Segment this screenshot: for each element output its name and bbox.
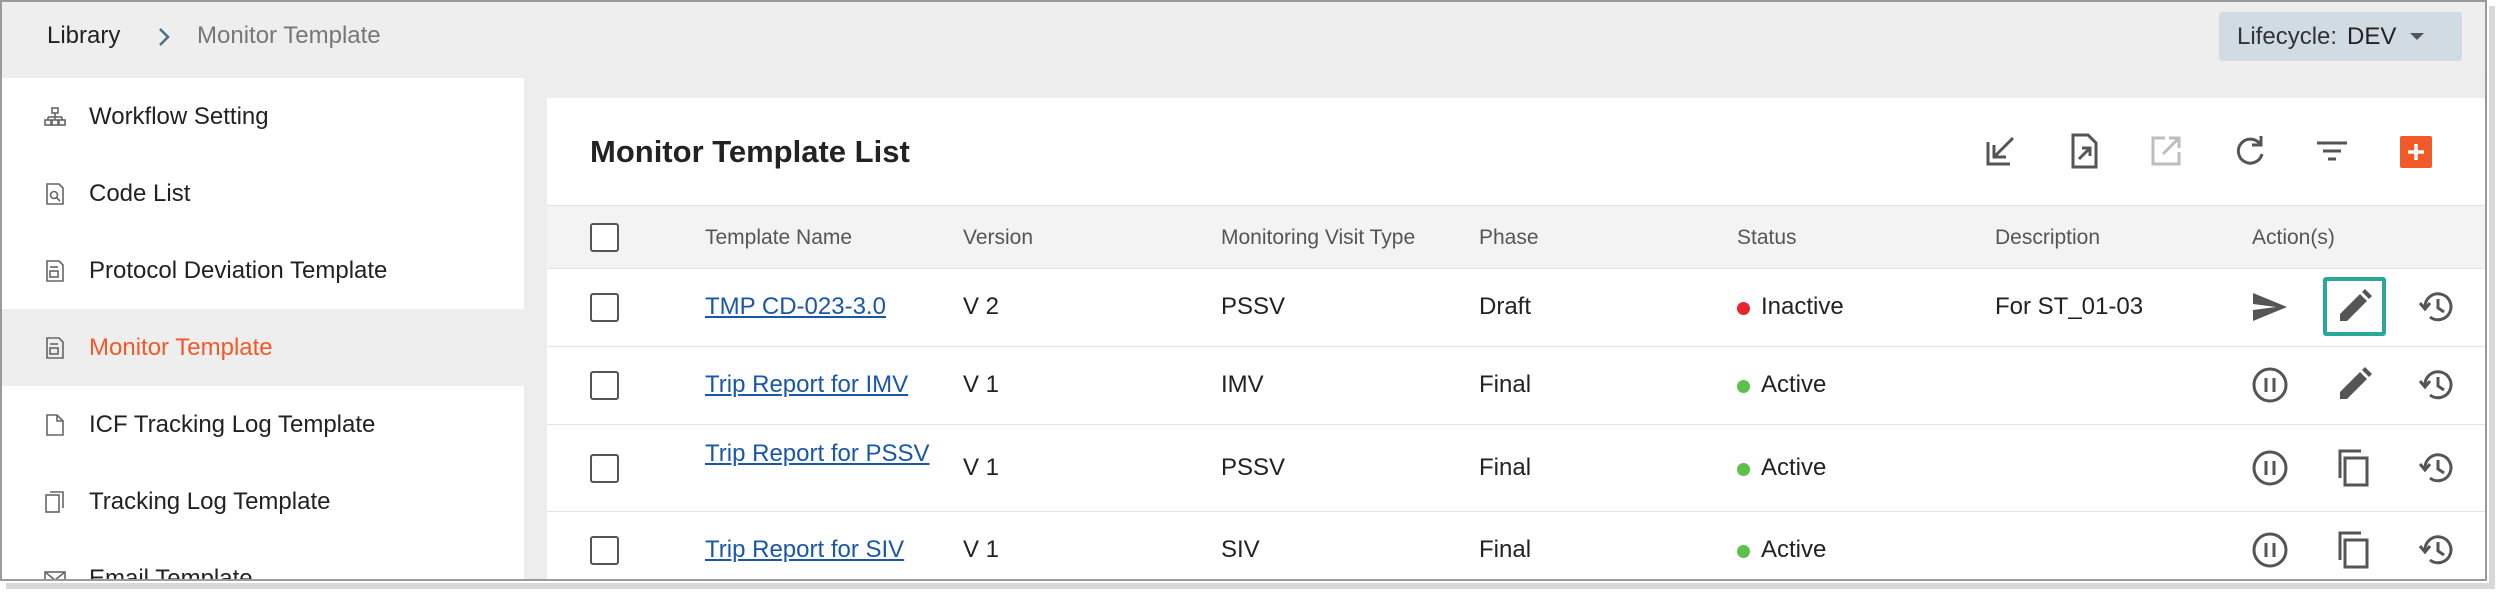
pause-icon[interactable] (2250, 448, 2290, 488)
status-cell: Active (1761, 536, 1827, 563)
window-shadow (6, 583, 2493, 589)
template-icon (46, 260, 64, 282)
sidebar-item-icf-tracking-log-template[interactable]: ICF Tracking Log Template (2, 386, 524, 463)
version-cell: V 1 (963, 536, 1000, 563)
document-icon (46, 414, 64, 436)
lifecycle-dropdown[interactable]: Lifecycle: DEV (2219, 12, 2462, 61)
column-description[interactable]: Description (1995, 226, 2100, 250)
caret-down-icon (2410, 33, 2425, 40)
phase-cell: Draft (1479, 293, 1532, 320)
breadcrumb-current: Monitor Template (197, 22, 381, 49)
template-name-link[interactable]: Trip Report for IMV (705, 371, 935, 399)
sidebar-item-email-template[interactable]: Email Template (2, 540, 524, 581)
template-name-link[interactable]: TMP CD-023-3.0 (705, 293, 935, 321)
column-version[interactable]: Version (963, 226, 1033, 250)
code-list-icon (46, 183, 64, 205)
visit-type-cell: PSSV (1221, 454, 1286, 481)
edit-icon[interactable] (2334, 287, 2374, 327)
table-row: Trip Report for PSSV V 1 PSSV Final Acti… (547, 425, 2485, 512)
sidebar-item-protocol-deviation-template[interactable]: Protocol Deviation Template (2, 232, 524, 309)
status-dot-icon (1737, 545, 1750, 558)
phase-cell: Final (1479, 371, 1532, 398)
visit-type-cell: IMV (1221, 371, 1264, 398)
add-icon (2408, 144, 2424, 160)
status-cell: Active (1761, 371, 1827, 398)
sidebar-item-label: Code List (89, 179, 191, 207)
select-all-checkbox[interactable] (590, 223, 619, 252)
history-icon[interactable] (2417, 448, 2457, 488)
copy-document-icon (45, 491, 64, 513)
status-cell: Active (1761, 454, 1827, 481)
template-icon (46, 337, 64, 359)
status-dot-icon (1737, 380, 1750, 393)
import-icon[interactable] (1982, 132, 2020, 170)
add-button[interactable] (2400, 136, 2432, 168)
top-bar: Library Monitor Template Lifecycle: DEV (2, 2, 2485, 76)
row-checkbox[interactable] (590, 293, 619, 322)
mail-icon (44, 571, 66, 579)
copy-icon[interactable] (2334, 530, 2374, 570)
sidebar-item-label: Tracking Log Template (89, 487, 331, 515)
sidebar-item-label: Workflow Setting (89, 102, 269, 130)
sidebar-item-code-list[interactable]: Code List (2, 155, 524, 232)
sidebar-item-label: ICF Tracking Log Template (89, 410, 376, 438)
pause-icon[interactable] (2250, 530, 2290, 570)
export-icon[interactable] (2065, 132, 2103, 170)
refresh-icon[interactable] (2231, 132, 2269, 170)
template-name-link[interactable]: Trip Report for SIV (705, 536, 935, 564)
send-icon[interactable] (2250, 287, 2290, 327)
column-phase[interactable]: Phase (1479, 226, 1539, 250)
visit-type-cell: SIV (1221, 536, 1260, 563)
page-title: Monitor Template List (590, 134, 910, 169)
lifecycle-value: DEV (2347, 22, 2397, 50)
workflow-icon (44, 107, 66, 126)
sidebar-item-label: Protocol Deviation Template (89, 256, 388, 284)
description-cell: For ST_01-03 (1995, 293, 2144, 320)
breadcrumb-library[interactable]: Library (47, 22, 120, 50)
history-icon[interactable] (2417, 365, 2457, 405)
sidebar-item-label: Monitor Template (89, 333, 273, 361)
main-panel: Monitor Template List Template Name Vers… (547, 98, 2485, 579)
version-cell: V 1 (963, 454, 1000, 481)
column-template-name[interactable]: Template Name (705, 226, 852, 250)
window-shadow (2489, 6, 2495, 589)
status-cell: Inactive (1761, 293, 1844, 320)
table-row: TMP CD-023-3.0 V 2 PSSV Draft Inactive F… (547, 269, 2485, 347)
chevron-right-icon (159, 28, 170, 46)
status-dot-icon (1737, 302, 1750, 315)
status-dot-icon (1737, 463, 1750, 476)
app-window: Library Monitor Template Lifecycle: DEV (0, 0, 2487, 581)
table-row: Trip Report for SIV V 1 SIV Final Active (547, 512, 2485, 579)
lifecycle-label: Lifecycle: (2237, 22, 2338, 50)
table-header: Template Name Version Monitoring Visit T… (547, 205, 2485, 269)
history-icon[interactable] (2417, 287, 2457, 327)
pause-icon[interactable] (2250, 365, 2290, 405)
row-checkbox[interactable] (590, 371, 619, 400)
edit-icon[interactable] (2334, 365, 2374, 405)
version-cell: V 2 (963, 293, 1000, 320)
template-name-link[interactable]: Trip Report for PSSV (705, 440, 935, 468)
sidebar-item-tracking-log-template[interactable]: Tracking Log Template (2, 463, 524, 540)
phase-cell: Final (1479, 536, 1532, 563)
open-external-icon[interactable] (2147, 132, 2185, 170)
version-cell: V 1 (963, 371, 1000, 398)
visit-type-cell: PSSV (1221, 293, 1286, 320)
sidebar: Workflow Setting Code List Protocol Devi… (2, 78, 524, 581)
phase-cell: Final (1479, 454, 1532, 481)
row-checkbox[interactable] (590, 536, 619, 565)
table-row: Trip Report for IMV V 1 IMV Final Active (547, 347, 2485, 425)
sidebar-item-monitor-template[interactable]: Monitor Template (2, 309, 524, 386)
column-actions: Action(s) (2252, 226, 2335, 249)
sidebar-item-label: Email Template (89, 564, 253, 581)
column-monitoring-visit-type[interactable]: Monitoring Visit Type (1221, 226, 1415, 250)
filter-icon[interactable] (2313, 132, 2351, 170)
history-icon[interactable] (2417, 530, 2457, 570)
row-checkbox[interactable] (590, 454, 619, 483)
column-status[interactable]: Status (1737, 226, 1797, 250)
sidebar-item-workflow-setting[interactable]: Workflow Setting (2, 78, 524, 155)
copy-icon[interactable] (2334, 448, 2374, 488)
